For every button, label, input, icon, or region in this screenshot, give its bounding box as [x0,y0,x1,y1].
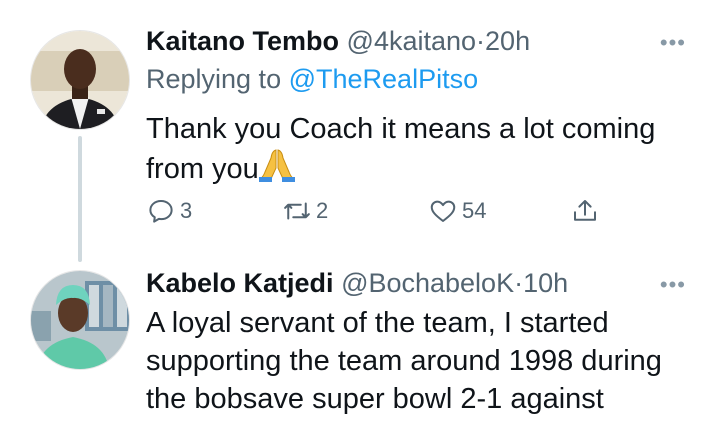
more-options-icon[interactable]: ••• [660,30,686,56]
tweet-2[interactable]: Kabelo Katjedi @BochabeloK·10h ••• A loy… [0,262,720,424]
separator-dot: · [514,268,524,298]
retweet-action[interactable]: 2 [282,196,328,226]
tweet-header: Kaitano Tembo @4kaitano·20h [146,26,530,57]
avatar-photo-kabelo [31,271,129,369]
tweet-header: Kabelo Katjedi @BochabeloK·10h [146,268,568,299]
heart-icon [430,200,456,222]
tweet-text: Thank you Coach it means a lot coming fr… [146,110,655,192]
tweet-text-line-2: from you [146,148,655,192]
share-icon [574,200,596,221]
retweet-icon [284,202,310,220]
reply-action[interactable]: 3 [146,196,192,226]
author-handle[interactable]: @4kaitano [347,26,477,56]
more-options-icon[interactable]: ••• [660,272,686,298]
tweet-text-line: the bobsave super bowl 2-1 against [146,383,604,415]
replying-to: Replying to @TheRealPitso [146,64,478,95]
like-count: 54 [462,198,487,223]
author-name[interactable]: Kaitano Tembo [146,26,339,56]
replying-to-label: Replying to [146,64,282,94]
avatar-kabelo[interactable] [30,270,130,370]
tweet-1[interactable]: Kaitano Tembo @4kaitano·20h ••• Replying… [0,0,720,262]
author-handle[interactable]: @BochabeloK [341,268,514,298]
tweet-time[interactable]: 20h [485,26,530,56]
share-action[interactable] [570,196,600,226]
replying-to-mention[interactable]: @TheRealPitso [289,64,479,94]
avatar-photo-kaitano [31,31,129,129]
like-action[interactable]: 54 [428,196,486,226]
tweet-text: A loyal servant of the team, I started s… [146,304,662,418]
tweet-text-line: Thank you Coach it means a lot coming [146,113,656,145]
thread-line [78,136,82,262]
reply-icon [149,200,173,223]
tweet-time[interactable]: 10h [523,268,568,298]
reply-count: 3 [180,198,193,223]
retweet-count: 2 [316,198,329,223]
tweet-text-line: supporting the team around 1998 during [146,345,662,377]
tweet-text-line: from you [146,153,259,185]
folded-hands-icon [258,148,295,192]
separator-dot: · [476,26,486,56]
tweet-text-line: A loyal servant of the team, I started [146,307,609,339]
avatar-kaitano[interactable] [30,30,130,130]
author-name[interactable]: Kabelo Katjedi [146,268,334,298]
